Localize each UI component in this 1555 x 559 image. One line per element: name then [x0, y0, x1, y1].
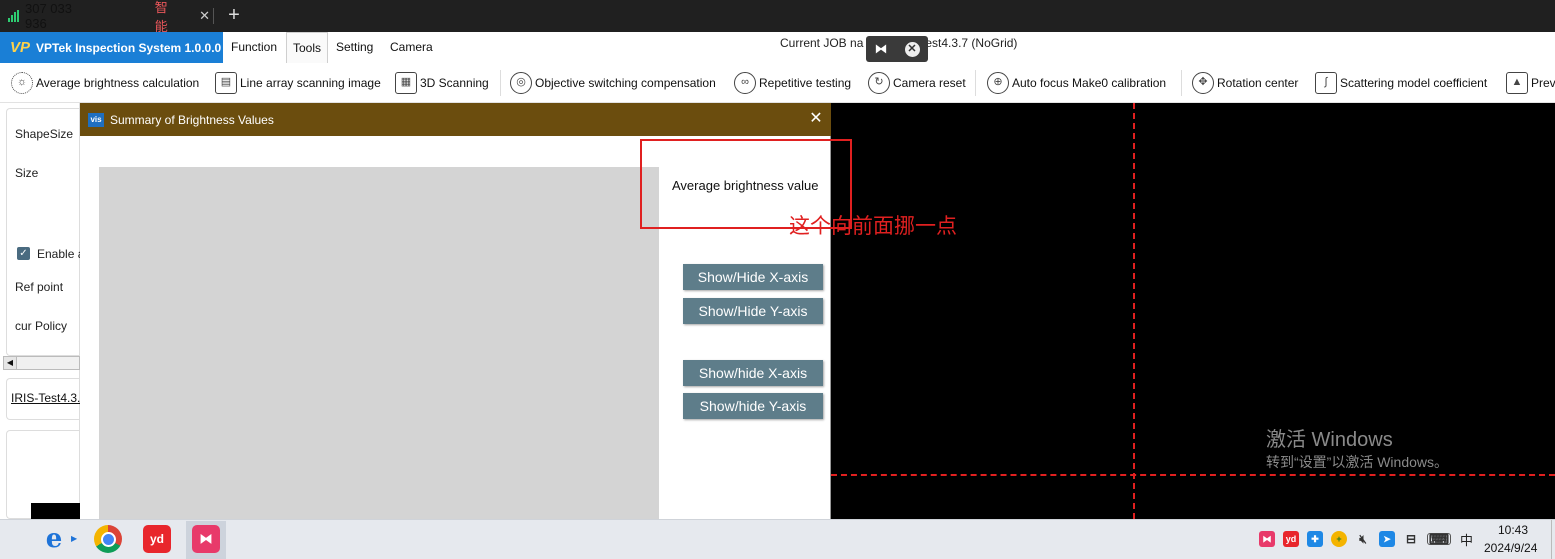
tool-3d-scanning[interactable]: ▦ 3D Scanning: [395, 63, 489, 103]
tool-label: Line array scanning image: [240, 76, 381, 90]
youdao-icon[interactable]: yd: [143, 525, 171, 553]
shape-size-label: ShapeSize: [15, 127, 74, 141]
3d-scan-icon: ▦: [395, 72, 417, 94]
close-tab-icon[interactable]: ✕: [199, 8, 210, 24]
tool-preview[interactable]: ▲ Prev: [1506, 63, 1555, 103]
chrome-icon[interactable]: [94, 525, 122, 553]
tool-line-array-scanning[interactable]: ▤ Line array scanning image: [215, 63, 381, 103]
vp-logo-icon: VP: [10, 39, 31, 56]
job-title-tail: est4.3.7 (NoGrid): [925, 36, 1018, 50]
crosshair-vertical-line: [1133, 103, 1135, 519]
dialog-close-button[interactable]: ✕: [806, 108, 826, 130]
toolbar-divider: [975, 70, 976, 96]
toolbar-divider: [1181, 70, 1182, 96]
tray-arrow-app-icon[interactable]: ➤: [1379, 531, 1395, 547]
vis-app-icon: vis: [88, 112, 104, 127]
cur-policy-label: cur Policy: [15, 319, 68, 333]
horizontal-scrollbar[interactable]: ◀: [3, 356, 80, 370]
image-scan-icon: ▤: [215, 72, 237, 94]
internet-explorer-icon[interactable]: e: [40, 524, 68, 554]
annotation-note: 这个向前面挪一点: [789, 214, 957, 238]
dialog-title: Summary of Brightness Values: [110, 112, 274, 127]
tool-label: Average brightness calculation: [36, 76, 200, 90]
crosshair-horizontal-line: [831, 474, 1555, 476]
tab-divider: [213, 8, 214, 24]
clock-time[interactable]: 10:43: [1498, 523, 1528, 537]
menu-function[interactable]: Function: [225, 32, 283, 63]
rotation-center-icon: ✥: [1192, 72, 1214, 94]
tool-rotation-center[interactable]: ✥ Rotation center: [1192, 63, 1298, 103]
dialog-title-bar[interactable]: vis Summary of Brightness Values: [80, 103, 831, 136]
activate-windows-title: 激活 Windows: [1266, 429, 1393, 451]
speaker-muted-icon[interactable]: 🔇︎: [1355, 531, 1371, 547]
objective-switch-icon: ◎: [510, 72, 532, 94]
ime-indicator[interactable]: 中: [1460, 530, 1473, 549]
size-label: Size: [15, 166, 39, 180]
job-title-head: Current JOB na: [780, 36, 864, 50]
tray-youdao-icon[interactable]: yd: [1283, 531, 1299, 547]
brightness-plot-area: [99, 167, 659, 519]
enable-checkbox[interactable]: ✓: [17, 247, 30, 260]
tool-objective-switching[interactable]: ◎ Objective switching compensation: [510, 63, 716, 103]
app-name: VPTek Inspection System 1.0.0.0: [36, 40, 222, 55]
scroll-left-icon[interactable]: ◀: [4, 357, 17, 369]
tool-scattering-model[interactable]: ∫ Scattering model coefficient: [1315, 63, 1487, 103]
new-tab-button[interactable]: +: [224, 3, 244, 27]
show-desktop-button[interactable]: [1551, 520, 1555, 559]
tool-label: Repetitive testing: [759, 76, 852, 90]
flag-icon[interactable]: ⧓: [875, 41, 888, 57]
ref-point-label: Ref point: [15, 280, 64, 294]
tool-label: Scattering model coefficient: [1340, 76, 1488, 90]
tool-label: Auto focus Make0 calibration: [1012, 76, 1167, 90]
toolbar-divider: [500, 70, 501, 96]
menu-camera[interactable]: Camera: [384, 32, 439, 63]
tool-label: Objective switching compensation: [535, 76, 716, 90]
keyboard-icon[interactable]: ⌨︎: [1427, 532, 1451, 546]
menu-tools[interactable]: Tools: [286, 32, 329, 63]
pink-app-icon[interactable]: ⧓: [192, 525, 220, 553]
network-icon[interactable]: ⊟: [1403, 531, 1419, 547]
menu-setting[interactable]: Setting: [330, 32, 379, 63]
tool-label: 3D Scanning: [420, 76, 489, 90]
tool-camera-reset[interactable]: ↻ Camera reset: [868, 63, 966, 103]
tool-label: Camera reset: [893, 76, 966, 90]
tool-repetitive-testing[interactable]: ∞ Repetitive testing: [734, 63, 851, 103]
floating-capture-control[interactable]: ⧓ ✕: [866, 36, 928, 62]
repeat-icon: ∞: [734, 72, 756, 94]
enable-label: Enable a: [37, 247, 80, 261]
signal-icon: [8, 10, 19, 22]
tray-security-icon[interactable]: +: [1331, 531, 1347, 547]
browser-tab-extra: 智能: [154, 0, 168, 34]
show-hide-y-axis-button[interactable]: Show/Hide Y-axis: [683, 298, 823, 324]
crosshair-icon: ⊕: [987, 72, 1009, 94]
browser-tab[interactable]: 307 033 936 智能 ✕: [0, 0, 210, 34]
preview-icon: ▲: [1506, 72, 1528, 94]
tool-auto-focus-calibration[interactable]: ⊕ Auto focus Make0 calibration: [987, 63, 1166, 103]
preview-thumbnail: [31, 503, 80, 519]
tray-pink-app-icon[interactable]: ⧓: [1259, 531, 1275, 547]
chevron-right-icon: ▶: [71, 534, 78, 543]
tool-average-brightness[interactable]: ☼ Average brightness calculation: [11, 63, 199, 103]
clock-date[interactable]: 2024/9/24: [1484, 541, 1537, 555]
show-hide-y-axis-button-2[interactable]: Show/hide Y-axis: [683, 393, 823, 419]
curve-icon: ∫: [1315, 72, 1337, 94]
browser-tab-title: 307 033 936: [25, 1, 72, 31]
bulb-icon: ☼: [11, 72, 33, 94]
activate-windows-hint: 转到“设置”以激活 Windows。: [1266, 454, 1449, 470]
reset-icon: ↻: [868, 72, 890, 94]
show-hide-x-axis-button[interactable]: Show/Hide X-axis: [683, 264, 823, 290]
close-circle-icon[interactable]: ✕: [904, 41, 920, 57]
tool-label: Rotation center: [1217, 76, 1299, 90]
tool-label: Prev: [1531, 76, 1555, 90]
show-hide-x-axis-button-2[interactable]: Show/hide X-axis: [683, 360, 823, 386]
app-brand: VP VPTek Inspection System 1.0.0.0: [0, 32, 223, 63]
iris-job-link[interactable]: IRIS-Test4.3.7: [11, 391, 80, 405]
tray-blue-app-icon[interactable]: ✚: [1307, 531, 1323, 547]
